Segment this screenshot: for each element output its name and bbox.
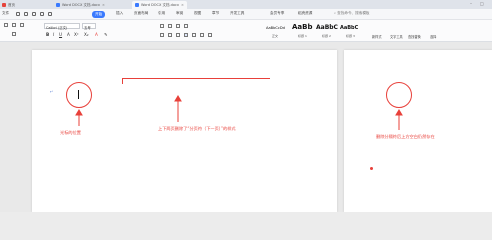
ribbon-start: Calibri (正文) 五号 B I U A X² X₂ A ✎ AaBbCc… [0,20,492,42]
style-heading3-label: 标题 3 [346,34,355,38]
menu-review[interactable]: 审阅 [176,11,183,16]
tab-home[interactable]: 首页 [2,1,15,9]
annotation-arrows [75,95,403,130]
tab-document-1-label: Word DOCX 文档.docx [62,2,100,7]
align-center-icon[interactable] [168,33,172,37]
menu-insert[interactable]: 插入 [116,11,123,16]
print-preview-icon[interactable] [32,11,36,16]
blank-arrowhead [395,109,403,116]
menu-developer[interactable]: 开发工具 [230,11,244,16]
menu-page-layout[interactable]: 页面布局 [134,11,148,16]
paragraph-mark-icon[interactable] [208,33,212,37]
menu-start[interactable]: 开始 [92,10,106,18]
text-tools-button[interactable]: 文字工具 [390,34,403,39]
wps-writer-window: 首页 Word DOCX 文档.docx × Word DOCX 文档.docx… [0,0,492,212]
distributed-icon[interactable] [192,33,196,37]
italic-button[interactable]: I [53,32,54,37]
menu-bar: 文件 开始 插入 页面布局 引用 审阅 视图 章节 开发工具 会员专享 稻壳资源… [0,9,492,20]
menu-docer[interactable]: 稻壳资源 [298,11,312,16]
select-button[interactable]: 选择 [430,34,436,39]
menu-references[interactable]: 引用 [158,11,165,16]
wps-home-icon [2,3,6,7]
print-icon[interactable] [24,11,28,16]
style-heading2-preview[interactable]: AaBbC [316,24,338,31]
increase-indent-icon[interactable] [184,24,188,28]
font-name-select[interactable]: Calibri (正文) [44,23,80,30]
tab-document-2-label: Word DOCX 文档.docx [141,2,179,7]
find-replace-button[interactable]: 查找替换 [408,34,421,39]
subscript-button[interactable]: X₂ [84,32,89,37]
word-doc-icon [56,3,60,7]
word-doc-icon [135,3,139,7]
tab-document-2[interactable]: Word DOCX 文档.docx × [132,1,187,9]
new-style-button[interactable]: 新样式 [372,34,382,39]
justify-icon[interactable] [184,33,188,37]
bullet-list-icon[interactable] [160,24,164,28]
cut-icon[interactable] [12,23,16,27]
decrease-indent-icon[interactable] [176,24,180,28]
command-search-placeholder: 查找命令、搜索模板 [337,11,370,15]
minimize-icon[interactable]: – [470,1,472,6]
paste-icon[interactable] [4,23,8,27]
undo-icon[interactable] [40,11,44,16]
redo-icon[interactable] [48,11,52,16]
style-heading1-label: 标题 1 [298,34,307,38]
save-icon[interactable] [16,11,20,16]
style-heading1-preview[interactable]: AaBb [292,23,313,31]
close-icon[interactable]: × [102,3,105,7]
font-size-select[interactable]: 五号 [82,23,96,30]
strikethrough-button[interactable]: A [67,32,70,37]
style-normal-label: 正文 [272,34,279,38]
line-arrowhead [174,95,182,102]
numbered-list-icon[interactable] [168,24,172,28]
tab-document-1[interactable]: Word DOCX 文档.docx × [56,1,105,9]
close-icon[interactable]: × [181,3,184,7]
style-heading3-preview[interactable]: AaBbC [340,25,358,31]
highlight-button[interactable]: ✎ [104,32,108,37]
line-spacing-icon[interactable] [200,33,204,37]
command-search[interactable]: ⌕ 查找命令、搜索模板 [334,11,370,16]
document-canvas: ↵ 光标的位置 上下两页删除了“分页符（下一页）”的样式 删除分隔符后上方空白仍… [0,42,492,212]
menu-view[interactable]: 视图 [194,11,201,16]
maximize-icon[interactable]: □ [480,1,484,6]
tab-home-label: 首页 [8,2,15,7]
menu-section[interactable]: 章节 [212,11,219,16]
menu-file[interactable]: 文件 [2,11,9,16]
cursor-arrowhead [75,109,83,116]
font-color-button[interactable]: A [95,32,98,37]
superscript-button[interactable]: X² [74,32,79,37]
align-left-icon[interactable] [160,33,164,37]
menu-member[interactable]: 会员专享 [270,11,284,16]
bold-button[interactable]: B [46,32,49,37]
underline-button[interactable]: U [59,32,62,37]
copy-icon[interactable] [20,23,24,27]
tab-bar: 首页 Word DOCX 文档.docx × Word DOCX 文档.docx… [0,0,492,9]
style-normal-preview[interactable]: AaBbCcDd [266,26,285,30]
align-right-icon[interactable] [176,33,180,37]
search-icon: ⌕ [334,11,337,15]
format-painter-icon[interactable] [12,32,16,36]
style-heading2-label: 标题 2 [322,34,331,38]
